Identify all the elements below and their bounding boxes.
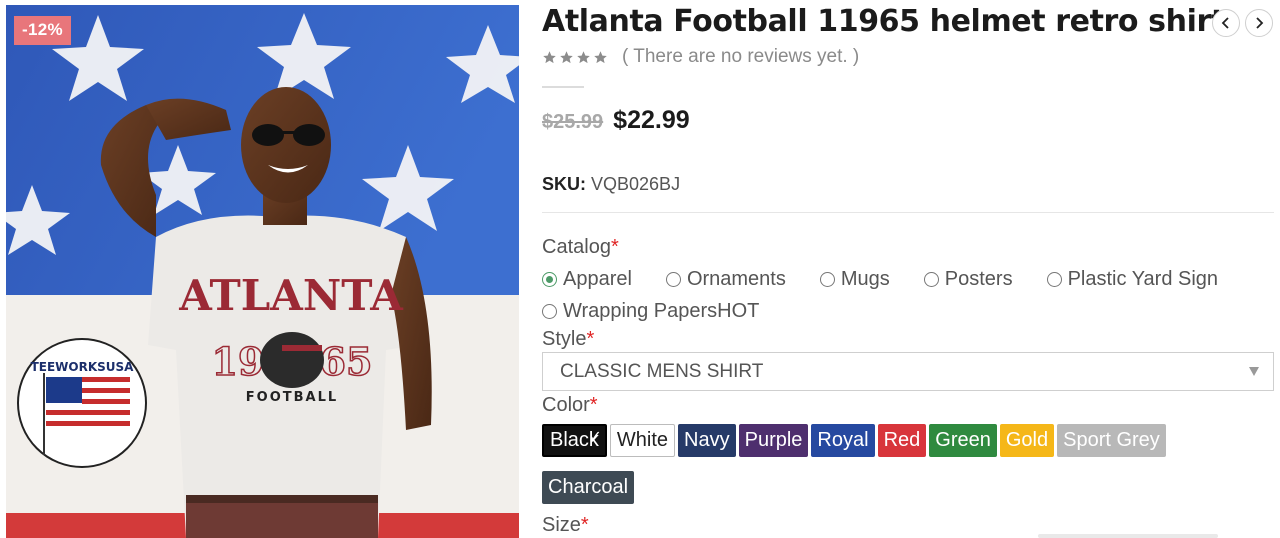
check-icon: ✓ — [588, 429, 602, 446]
style-select-value: CLASSIC MENS SHIRT — [560, 360, 764, 382]
style-label-text: Style — [542, 328, 587, 350]
swatch-red[interactable]: Red — [877, 424, 927, 457]
catalog-option-label: Ornaments — [686, 267, 786, 290]
sku-label: SKU: — [542, 174, 586, 194]
shirt-print-top: ATLANTA — [178, 271, 404, 320]
catalog-label-text: Catalog — [542, 236, 611, 258]
price-sale: $22.99 — [613, 106, 690, 134]
catalog-option-apparel[interactable]: Apparel — [542, 268, 632, 291]
title-divider — [542, 86, 584, 88]
required-mark: * — [610, 236, 619, 258]
catalog-option-label: Posters — [944, 267, 1013, 290]
catalog-label: Catalog* — [542, 236, 619, 259]
swatch-label: Navy — [684, 429, 730, 451]
prev-product-button[interactable] — [1212, 9, 1240, 37]
star-icon — [560, 50, 573, 63]
catalog-option-label: Plastic Yard Sign — [1067, 267, 1219, 290]
size-label-text: Size — [542, 514, 581, 536]
radio-icon — [923, 271, 939, 287]
catalog-option-label: Wrapping PapersHOT — [563, 299, 760, 322]
required-mark: * — [589, 394, 598, 416]
radio-icon — [1046, 271, 1062, 287]
next-product-button[interactable] — [1245, 9, 1273, 37]
swatch-charcoal[interactable]: Charcoal — [542, 471, 635, 504]
catalog-option-mugs[interactable]: Mugs — [819, 267, 890, 291]
swatch-label: Royal — [817, 429, 869, 451]
swatch-label: Gold — [1005, 429, 1049, 451]
product-summary: Atlanta Football 11965 helmet retro shir… — [542, 0, 1274, 538]
chevron-left-icon — [1221, 17, 1229, 29]
color-label-text: Color — [542, 394, 590, 416]
required-mark: * — [586, 328, 595, 350]
price-regular: $25.99 — [542, 111, 604, 133]
swatch-white[interactable]: White — [609, 424, 676, 457]
catalog-option-label: Apparel — [563, 267, 632, 290]
sticky-bar-edge — [1038, 534, 1218, 538]
swatch-label: Charcoal — [548, 476, 629, 498]
brand-logo: TEEWORKSUSA — [17, 338, 147, 468]
catalog-option-plastic-yard-sign[interactable]: Plastic Yard Sign — [1046, 267, 1219, 291]
swatch-royal[interactable]: Royal — [811, 424, 875, 457]
catalog-options: Apparel Ornaments Mugs Posters Plastic Y… — [542, 263, 1274, 327]
swatch-label: Green — [935, 429, 991, 451]
dropdown-arrow-icon — [1249, 367, 1259, 376]
swatch-purple[interactable]: Purple — [738, 424, 809, 457]
radio-icon — [542, 303, 557, 319]
brand-logo-text: TEEWORKSUSA — [31, 360, 135, 374]
swatch-label: Purple — [744, 429, 803, 451]
sku: SKU: VQB026BJ — [542, 174, 680, 195]
product-price: $25.99 $22.99 — [542, 106, 690, 135]
swatch-gold[interactable]: Gold — [999, 424, 1055, 457]
catalog-option-wrapping-papers[interactable]: Wrapping PapersHOT — [542, 300, 759, 323]
radio-icon — [819, 271, 835, 287]
product-rating: ( There are no reviews yet. ) — [542, 46, 859, 68]
catalog-option-posters[interactable]: Posters — [923, 267, 1013, 291]
size-label: Size* — [542, 514, 589, 537]
star-half-icon — [594, 50, 607, 63]
shirt-print-bottom: FOOTBALL — [246, 390, 338, 405]
radio-icon — [665, 271, 681, 287]
color-swatches: Black ✓ White Navy Purple Royal Red Gree… — [542, 424, 1274, 518]
swatch-label: Sport Grey — [1063, 429, 1160, 451]
swatch-black[interactable]: Black ✓ — [542, 424, 607, 457]
shirt-print-year-right: 65 — [320, 339, 373, 384]
product-nav — [1212, 9, 1273, 37]
catalog-option-ornaments[interactable]: Ornaments — [665, 267, 786, 291]
required-mark: * — [580, 514, 589, 536]
star-icon — [577, 50, 590, 63]
sale-badge: -12% — [14, 16, 71, 45]
radio-checked-icon — [542, 271, 557, 287]
style-select[interactable]: CLASSIC MENS SHIRT — [542, 352, 1274, 391]
chevron-right-icon — [1256, 17, 1264, 29]
star-icon — [543, 50, 556, 63]
star-rating — [542, 50, 608, 65]
style-label: Style* — [542, 328, 594, 351]
product-title: Atlanta Football 11965 helmet retro shir… — [542, 4, 1225, 39]
swatch-green[interactable]: Green — [929, 424, 997, 457]
meta-divider — [542, 212, 1274, 213]
shirt-print-year-left: 19 — [212, 339, 265, 384]
reviews-link[interactable]: ( There are no reviews yet. ) — [622, 46, 859, 68]
product-photo[interactable]: ATLANTA 19 65 FOOTBALL TEEWORKSUSA — [6, 5, 519, 538]
swatch-label: White — [616, 429, 669, 451]
swatch-label: Red — [883, 429, 921, 451]
color-label: Color* — [542, 394, 598, 417]
catalog-option-label: Mugs — [840, 267, 890, 290]
product-gallery[interactable]: ATLANTA 19 65 FOOTBALL TEEWORKSUSA -12% — [6, 5, 519, 538]
swatch-navy[interactable]: Navy — [678, 424, 736, 457]
swatch-sport-grey[interactable]: Sport Grey — [1057, 424, 1166, 457]
sku-value: VQB026BJ — [591, 174, 681, 194]
